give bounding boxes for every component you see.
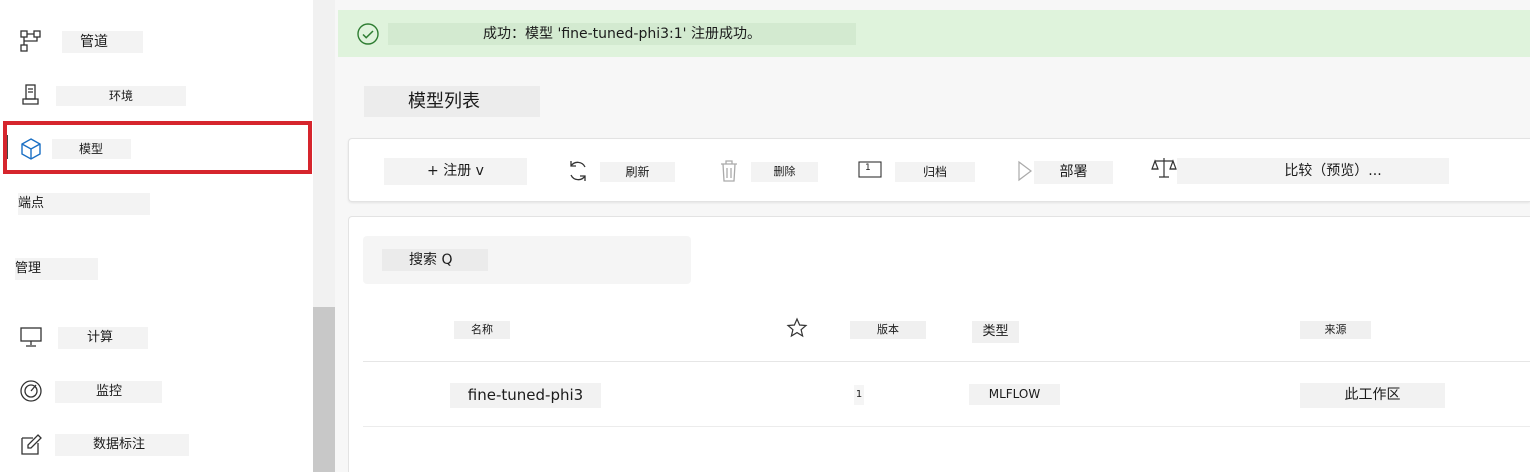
models-highlight-frame <box>3 121 312 174</box>
search-input[interactable]: 搜索 Q <box>382 249 488 271</box>
nav-label-pipelines: 管道 <box>62 31 143 53</box>
table-header-divider <box>363 361 1530 362</box>
cell-source: 此工作区 <box>1300 383 1445 408</box>
nav-item-monitoring[interactable]: 监控 <box>0 368 313 414</box>
deploy-label: 部署 <box>1034 161 1113 184</box>
nav-label-compute: 计算 <box>58 327 148 349</box>
balance-scale-icon <box>1151 155 1177 181</box>
success-message: 成功：模型 'fine-tuned-phi3:1' 注册成功。 <box>388 23 856 45</box>
nav-item-environments[interactable]: 环境 <box>0 72 313 118</box>
section-manage: 管理 <box>15 258 98 280</box>
cell-model-name[interactable]: fine-tuned-phi3 <box>450 383 601 408</box>
pipeline-icon <box>18 28 44 54</box>
register-label: + 注册 v <box>384 158 527 185</box>
left-nav: 管道 环境 模型 端点 管理 计算 监控 数据标注 <box>0 0 313 472</box>
monitor-icon <box>18 324 44 350</box>
page-title: 模型列表 <box>364 86 540 117</box>
refresh-button[interactable]: 刷新 <box>565 158 675 185</box>
cell-type: MLFLOW <box>969 384 1060 405</box>
app-window: 管道 环境 模型 端点 管理 计算 监控 数据标注 成功：模型 'fine-tu… <box>0 0 1530 472</box>
star-icon[interactable] <box>786 317 808 339</box>
delete-label: 删除 <box>751 162 818 182</box>
cell-version: 1 <box>854 385 864 405</box>
success-banner: 成功：模型 'fine-tuned-phi3:1' 注册成功。 <box>338 10 1530 57</box>
main-content: 成功：模型 'fine-tuned-phi3:1' 注册成功。 模型列表 + 注… <box>335 0 1530 472</box>
compare-label: 比较（预览）... <box>1177 158 1449 184</box>
nav-label-data-labeling: 数据标注 <box>55 434 189 456</box>
column-header-version[interactable]: 版本 <box>850 321 926 339</box>
refresh-icon <box>565 158 591 184</box>
archive-button[interactable]: 1 归档 <box>857 158 975 185</box>
scrollbar-thumb[interactable] <box>313 307 335 472</box>
nav-item-pipelines[interactable]: 管道 <box>0 18 313 64</box>
column-header-name[interactable]: 名称 <box>454 321 510 339</box>
compare-button[interactable]: 比较（预览）... <box>1151 158 1449 185</box>
toolbar: + 注册 v 刷新 删除 1 归档 部署 比较（预览）... <box>348 138 1530 202</box>
column-header-type[interactable]: 类型 <box>972 321 1019 343</box>
search-box[interactable]: 搜索 Q <box>363 236 691 284</box>
register-button[interactable]: + 注册 v <box>384 158 527 185</box>
refresh-label: 刷新 <box>600 162 675 182</box>
models-card: 搜索 Q 名称 版本 类型 来源 fine-tuned-phi3 1 MLFLO… <box>348 216 1530 472</box>
nav-label-monitoring: 监控 <box>55 381 162 403</box>
edit-icon <box>18 432 44 458</box>
archive-label: 归档 <box>895 162 975 182</box>
column-header-source[interactable]: 来源 <box>1300 321 1371 339</box>
archive-badge: 1 <box>865 163 871 173</box>
section-endpoints[interactable]: 端点 <box>18 193 150 215</box>
environment-icon <box>18 82 44 108</box>
delete-button[interactable]: 删除 <box>716 158 818 185</box>
deploy-button[interactable]: 部署 <box>1011 158 1113 185</box>
table-row-divider <box>363 426 1530 427</box>
nav-item-data-labeling[interactable]: 数据标注 <box>0 422 313 468</box>
gauge-icon <box>18 378 44 404</box>
checkmark-circle-icon <box>356 22 380 46</box>
nav-label-environments: 环境 <box>56 86 186 106</box>
trash-icon <box>716 158 742 184</box>
sidebar-scrollbar[interactable] <box>313 0 335 472</box>
nav-item-compute[interactable]: 计算 <box>0 314 313 360</box>
